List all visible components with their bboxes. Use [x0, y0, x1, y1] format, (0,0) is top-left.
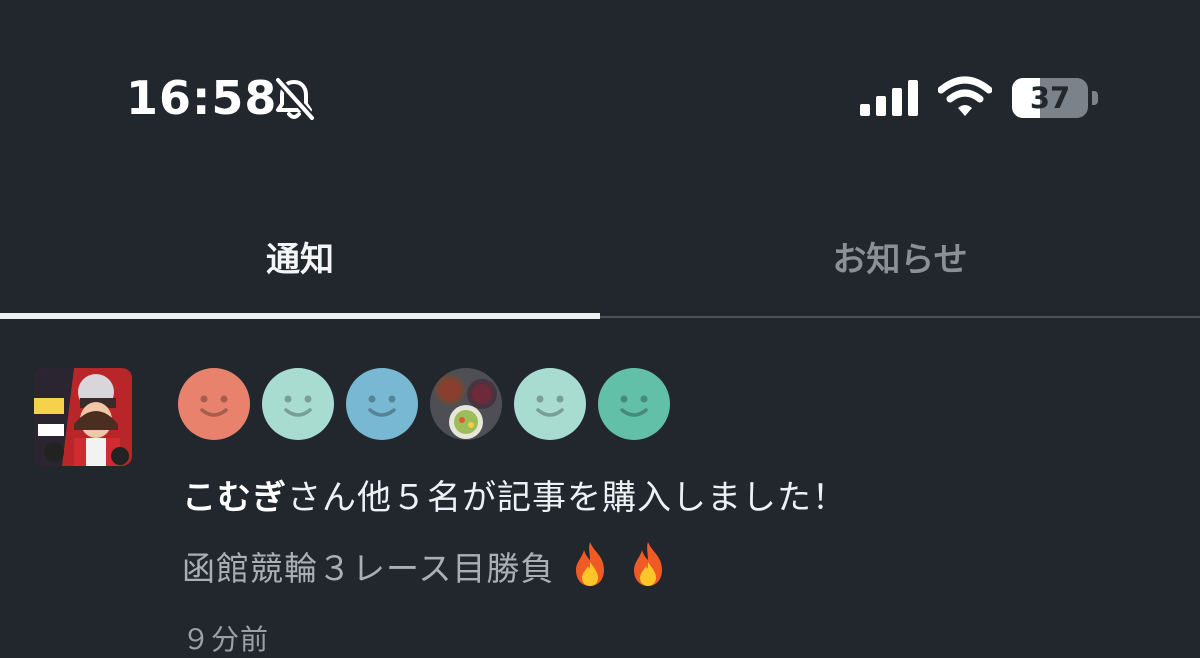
bell-muted-icon — [275, 77, 315, 121]
wifi-icon — [938, 76, 992, 116]
buyer-avatar[interactable] — [178, 368, 250, 440]
tab-active-indicator — [0, 313, 600, 319]
smile-face-icon — [178, 368, 250, 440]
battery-level: 37 — [1029, 81, 1071, 115]
notification-time: ９分前 — [182, 623, 270, 656]
buyer-name[interactable]: こむぎ — [182, 478, 287, 518]
tab-notifications[interactable]: 通知 — [0, 196, 600, 316]
buyer-avatar[interactable] — [262, 368, 334, 440]
buyer-avatar[interactable] — [598, 368, 670, 440]
status-time: 16:58 — [126, 71, 278, 125]
tab-announcements[interactable]: お知らせ — [600, 196, 1200, 316]
signal-icon — [860, 80, 918, 116]
smile-face-icon — [346, 368, 418, 440]
article-title-link[interactable]: 函館競輪３レース目勝負 — [182, 540, 670, 590]
battery-icon: 37 — [1012, 78, 1098, 118]
fire-icon — [554, 542, 612, 588]
notification-item[interactable]: こむぎさん他５名が記事を購入しました！ 函館競輪３レース目勝負 ９分前 — [0, 340, 1200, 657]
smile-face-icon — [262, 368, 334, 440]
smile-face-icon — [514, 368, 586, 440]
article-title: 函館競輪３レース目勝負 — [182, 549, 555, 588]
message-text: さん他５名が記事を購入しました！ — [287, 478, 847, 518]
food-photo-icon — [430, 368, 502, 440]
status-bar: 16:58 37 — [0, 0, 1200, 190]
buyer-avatar[interactable] — [346, 368, 418, 440]
buyer-avatar[interactable] — [430, 368, 502, 440]
smile-face-icon — [598, 368, 670, 440]
tab-bar: 通知 お知らせ — [0, 196, 1200, 320]
notification-message: こむぎさん他５名が記事を購入しました！ — [182, 470, 847, 519]
fire-icon — [612, 542, 670, 588]
buyer-avatar[interactable] — [514, 368, 586, 440]
article-thumbnail[interactable] — [34, 368, 132, 466]
